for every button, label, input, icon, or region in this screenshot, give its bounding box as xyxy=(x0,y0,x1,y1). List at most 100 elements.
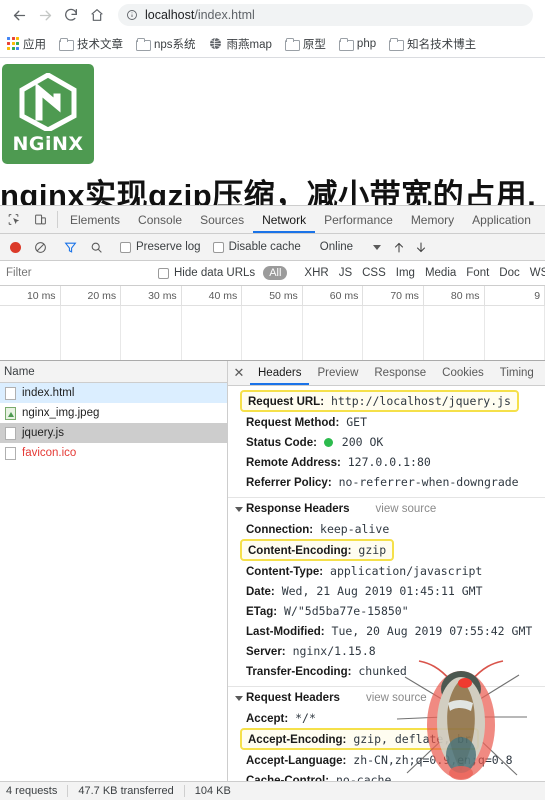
close-icon[interactable]: ✕ xyxy=(228,361,250,385)
timeline-tick: 10 ms xyxy=(0,286,61,305)
header-server: Server: nginx/1.15.8 xyxy=(228,641,545,661)
throttle-dropdown[interactable]: Online xyxy=(320,241,382,253)
header-accept-language: Accept-Language: zh-CN,zh;q=0.9,en;q=0.8 xyxy=(228,750,545,770)
disable-cache-checkbox[interactable]: Disable cache xyxy=(212,241,301,253)
header-connection: Connection: keep-alive xyxy=(228,519,545,539)
chevron-down-icon xyxy=(235,695,243,701)
network-overview-graph[interactable] xyxy=(0,306,545,361)
header-value: keep-alive xyxy=(320,522,390,536)
info-circle-icon[interactable] xyxy=(126,9,138,21)
bookmark-php[interactable]: php xyxy=(338,37,377,51)
request-rows: index.html nginx_img.jpeg jquery.js favi… xyxy=(0,383,227,781)
bookmark-famous-bloggers[interactable]: 知名技术博主 xyxy=(389,36,476,52)
filter-type-img[interactable]: Img xyxy=(391,267,420,279)
filter-type-media[interactable]: Media xyxy=(420,267,461,279)
column-header-name[interactable]: Name xyxy=(0,361,227,383)
nginx-hexagon-icon xyxy=(19,73,77,131)
divider xyxy=(67,785,69,797)
funnel-icon[interactable] xyxy=(64,241,77,254)
address-bar[interactable]: localhost/index.html xyxy=(118,4,533,26)
filter-type-all[interactable]: All xyxy=(263,266,288,280)
header-value: http://localhost/jquery.js xyxy=(330,394,511,408)
home-button[interactable] xyxy=(84,2,110,28)
bookmark-tech-articles[interactable]: 技术文章 xyxy=(59,36,123,52)
tab-application[interactable]: Application xyxy=(463,206,540,233)
header-date: Date: Wed, 21 Aug 2019 01:45:11 GMT xyxy=(228,581,545,601)
request-list-pane: Name index.html nginx_img.jpeg jquery.js xyxy=(0,361,228,781)
hide-data-urls-checkbox[interactable]: Hide data URLs xyxy=(158,267,255,279)
reload-button[interactable] xyxy=(58,2,84,28)
tab-network[interactable]: Network xyxy=(253,206,315,233)
divider xyxy=(57,211,58,228)
overview-column xyxy=(182,306,243,360)
chevron-down-icon xyxy=(235,506,243,512)
tab-performance[interactable]: Performance xyxy=(315,206,402,233)
status-ok-dot-icon xyxy=(323,438,333,447)
export-har-button[interactable] xyxy=(415,241,427,254)
bookmark-apps[interactable]: 应用 xyxy=(7,36,46,52)
view-source-link[interactable]: view source xyxy=(366,692,427,704)
timeline-tick: 20 ms xyxy=(61,286,122,305)
filter-type-font[interactable]: Font xyxy=(461,267,494,279)
forward-button[interactable] xyxy=(32,2,58,28)
filter-type-doc[interactable]: Doc xyxy=(494,267,524,279)
request-headers-section[interactable]: Request Headers view source xyxy=(228,686,545,708)
tab-preview[interactable]: Preview xyxy=(309,361,366,385)
import-har-button[interactable] xyxy=(393,241,405,254)
bookmark-label: 知名技术博主 xyxy=(407,38,477,51)
header-value: GET xyxy=(346,415,367,429)
filter-type-ws[interactable]: WS xyxy=(525,267,545,279)
header-key: Connection: xyxy=(246,524,314,536)
network-toolbar: Preserve log Disable cache Online xyxy=(0,234,545,261)
clear-circle-slash-icon[interactable] xyxy=(34,241,47,254)
tab-headers[interactable]: Headers xyxy=(250,361,309,385)
record-dot-icon[interactable] xyxy=(10,241,21,253)
tab-elements[interactable]: Elements xyxy=(61,206,129,233)
bookmark-prototype[interactable]: 原型 xyxy=(284,36,326,52)
table-row[interactable]: favicon.ico xyxy=(0,443,227,463)
apps-grid-icon xyxy=(7,37,20,50)
detail-tabbar: ✕ Headers Preview Response Cookies Timin… xyxy=(228,361,545,386)
disable-cache-label: Disable cache xyxy=(228,241,301,253)
header-accept-encoding: Accept-Encoding: gzip, deflate, br xyxy=(240,728,480,750)
timeline-tick: 9 xyxy=(485,286,545,305)
filter-type-css[interactable]: CSS xyxy=(357,267,391,279)
view-source-link[interactable]: view source xyxy=(376,503,437,515)
header-value: gzip xyxy=(358,543,387,557)
filter-input[interactable] xyxy=(4,264,154,282)
bookmark-yuyan-map[interactable]: 雨燕map xyxy=(209,36,272,52)
header-cache-control: Cache-Control: no-cache xyxy=(228,770,545,781)
overview-column xyxy=(61,306,122,360)
back-button[interactable] xyxy=(6,2,32,28)
tab-sources[interactable]: Sources xyxy=(191,206,253,233)
devtools-tabbar: Elements Console Sources Network Perform… xyxy=(0,206,545,234)
overview-column xyxy=(121,306,182,360)
overview-column xyxy=(242,306,303,360)
preserve-log-checkbox[interactable]: Preserve log xyxy=(120,241,201,253)
bookmark-label: 应用 xyxy=(23,38,46,51)
filter-type-xhr[interactable]: XHR xyxy=(299,267,333,279)
inspect-cursor-icon[interactable] xyxy=(0,206,27,233)
checkbox-box xyxy=(212,241,224,253)
tab-console[interactable]: Console xyxy=(129,206,191,233)
header-value: no-cache xyxy=(336,773,392,781)
request-name: index.html xyxy=(22,387,75,399)
magnifier-icon[interactable] xyxy=(90,241,103,254)
table-row[interactable]: jquery.js xyxy=(0,423,227,443)
table-row[interactable]: index.html xyxy=(0,383,227,403)
bookmark-label: php xyxy=(356,37,377,50)
tab-cookies[interactable]: Cookies xyxy=(434,361,492,385)
table-row[interactable]: nginx_img.jpeg xyxy=(0,403,227,423)
status-request-count: 4 requests xyxy=(6,785,58,797)
tab-response[interactable]: Response xyxy=(366,361,434,385)
header-key: Accept-Language: xyxy=(246,755,347,767)
tab-memory[interactable]: Memory xyxy=(402,206,463,233)
bookmark-label: nps系统 xyxy=(154,38,196,51)
bookmark-nps[interactable]: nps系统 xyxy=(136,36,196,52)
network-filter-bar: Hide data URLs All XHR JS CSS Img Media … xyxy=(0,261,545,286)
response-headers-section[interactable]: Response Headers view source xyxy=(228,497,545,519)
status-transferred: 47.7 KB transferred xyxy=(78,785,174,797)
device-toolbar-icon[interactable] xyxy=(27,206,54,233)
filter-type-js[interactable]: JS xyxy=(334,267,357,279)
tab-timing[interactable]: Timing xyxy=(492,361,542,385)
